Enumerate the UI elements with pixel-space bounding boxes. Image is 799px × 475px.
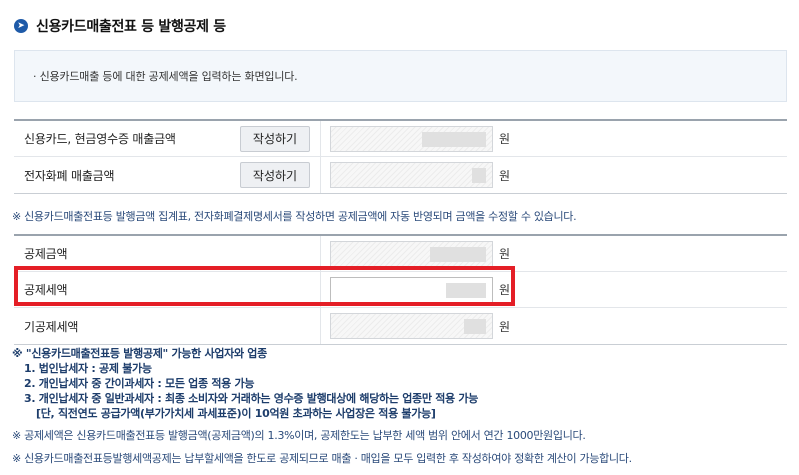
eligibility-title: ※ "신용카드매출전표등 발행공제" 가능한 사업자와 업종 (12, 347, 267, 360)
masked-value (472, 168, 486, 183)
sales-table: 신용카드, 현금영수증 매출금액 작성하기 원 전자화폐 매출금액 작성하기 원 (14, 119, 787, 194)
emoney-sales-write-button[interactable]: 작성하기 (240, 162, 310, 188)
unit-label: 원 (499, 168, 511, 183)
arrow-right-circle-icon: ➤ (14, 19, 28, 33)
eligibility-item: 1. 법인납세자 : 공제 불가능 (24, 362, 152, 375)
table-row-card-sales: 신용카드, 현금영수증 매출금액 작성하기 원 (14, 121, 787, 157)
eligibility-sub-item: [단, 직전연도 공급가액(부가가치세 과세표준)이 10억원 초과하는 사업장… (36, 407, 436, 420)
card-sales-label: 신용카드, 현금영수증 매출금액 (24, 132, 176, 146)
table-row-previous-deduction: 기공제세액 원 (14, 308, 787, 344)
eligibility-item: 2. 개인납세자 중 간이과세자 : 모든 업종 적용 가능 (24, 377, 255, 390)
info-box: · 신용카드매출 등에 대한 공제세액을 입력하는 화면입니다. (14, 50, 787, 102)
masked-value (422, 131, 486, 147)
unit-label: 원 (499, 319, 511, 334)
masked-value (430, 246, 486, 262)
previous-deduction-input[interactable] (330, 313, 493, 339)
calculation-note: ※ 신용카드매출전표등발행세액공제는 납부할세액을 한도로 공제되므로 매출 ·… (12, 452, 632, 465)
deduction-amount-label: 공제금액 (24, 247, 68, 261)
masked-value (464, 319, 486, 334)
card-sales-amount-input[interactable] (330, 125, 493, 152)
limit-note: ※ 공제세액은 신용카드매출전표등 발행금액(공제금액)의 1.3%이며, 공제… (12, 429, 586, 442)
info-text: · 신용카드매출 등에 대한 공제세액을 입력하는 화면입니다. (33, 70, 298, 83)
page-title: 신용카드매출전표 등 발행공제 등 (36, 19, 226, 35)
unit-label: 원 (499, 247, 511, 261)
highlight-box (14, 266, 515, 306)
section-header: ➤ 신용카드매출전표 등 발행공제 등 (14, 14, 226, 38)
eligibility-notes: ※ "신용카드매출전표등 발행공제" 가능한 사업자와 업종 1. 법인납세자 … (12, 346, 478, 421)
eligibility-item: 3. 개인납세자 중 일반과세자 : 최종 소비자와 거래하는 영수증 발행대상… (24, 392, 479, 405)
deduction-amount-input[interactable] (330, 240, 493, 267)
unit-label: 원 (499, 132, 511, 146)
table-row-emoney-sales: 전자화폐 매출금액 작성하기 원 (14, 157, 787, 193)
emoney-sales-amount-input[interactable] (330, 162, 493, 188)
auto-reflect-note: ※ 신용카드매출전표등 발행금액 집계표, 전자화폐결제명세서를 작성하면 공제… (12, 210, 577, 223)
emoney-sales-label: 전자화폐 매출금액 (24, 168, 115, 183)
card-sales-write-button[interactable]: 작성하기 (240, 125, 310, 152)
previous-deduction-label: 기공제세액 (24, 319, 79, 334)
